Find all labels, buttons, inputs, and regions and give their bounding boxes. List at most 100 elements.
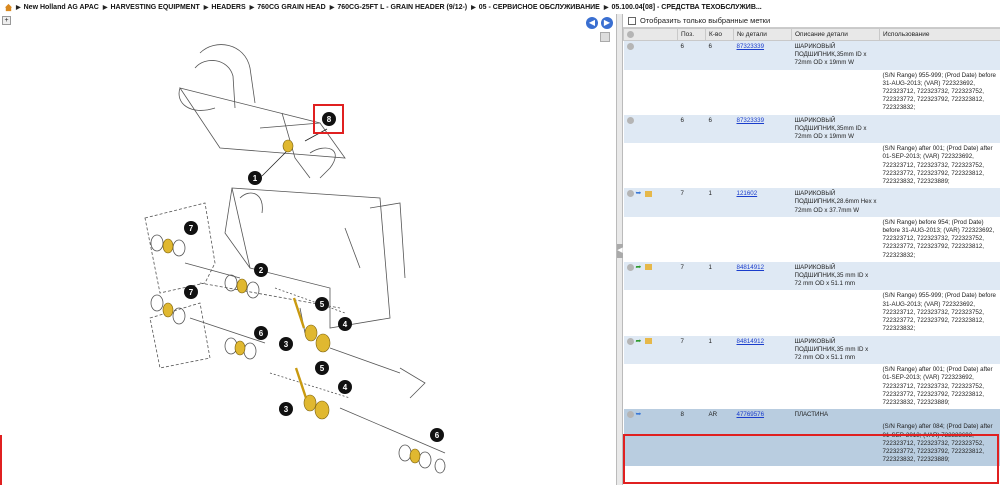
cell-description: ШАРИКОВЫЙ ПОДШИПНИК,28.6mm Hex x 72mm OD… [791,188,880,217]
cell-description: ШАРИКОВЫЙ ПОДШИПНИК,35mm ID x 72mm OD x … [791,114,880,144]
breadcrumb-item[interactable]: ▶ New Holland AG APAC [16,4,99,11]
callout-5a: 5 [315,297,329,311]
callout-6a: 6 [254,326,268,340]
table-row-usage: (S/N Range) 955-999; (Prod Date) before … [623,69,1000,115]
svg-text:7: 7 [189,288,194,297]
cell-part-number[interactable]: 84814912 [733,335,792,365]
cell-qty: 1 [705,188,734,217]
callout-3a: 3 [279,337,293,351]
row-icons[interactable]: ➥ [623,409,678,422]
package-icon[interactable] [644,338,652,344]
cell-qty: AR [705,409,734,422]
zoom-in-icon[interactable]: + [2,16,11,25]
parts-table: Поз. К-во № детали Описание детали Испол… [623,28,1000,467]
select-circle-icon[interactable] [626,43,634,50]
row-icons[interactable] [623,114,678,144]
cell-usage: (S/N Range) after 084; (Prod Date) after… [879,421,1000,467]
cell-pos: 6 [677,114,706,144]
table-row[interactable]: ➦ 7 1 84814912 ШАРИКОВЫЙ ПОДШИПНИК,35 mm ID … [623,261,1000,291]
cell-pos: 6 [677,40,706,70]
cell-part-number[interactable]: 84814912 [733,261,792,291]
cell-usage: (S/N Range) 955-999; (Prod Date) before … [879,290,1000,336]
cell-part-number[interactable]: 47769576 [733,409,792,422]
callout-7a: 7 [184,221,198,235]
svg-text:2: 2 [259,266,264,275]
breadcrumb-item[interactable]: ▶ HARVESTING EQUIPMENT [103,4,200,11]
callout-7b: 7 [184,285,198,299]
show-selected-checkbox[interactable] [628,16,636,25]
table-row[interactable]: ➦ 7 1 84814912 ШАРИКОВЫЙ ПОДШИПНИК,35 mm ID … [623,335,1000,365]
cell-part-number[interactable]: 87323339 [733,114,792,144]
diagram-pane: + ◀ ▶ 1 2 3 3 4 4 5 5 6 6 7 7 8 [0,14,617,485]
callout-8: 8 [322,112,336,126]
table-row-usage: (S/N Range) after 001; (Prod Date) after… [623,364,1000,410]
row-icons[interactable]: ➦ [623,261,678,291]
breadcrumb-item[interactable]: ▶ 760CG-25FT L - GRAIN HEADER (9/12-) [330,4,467,11]
col-header-part[interactable]: № детали [733,28,792,41]
svg-text:5: 5 [320,364,325,373]
row-icons[interactable] [623,40,678,70]
select-circle-icon[interactable] [626,411,634,419]
select-circle-icon[interactable] [626,263,634,271]
cell-usage: (S/N Range) before 954; (Prod Date) befo… [879,216,1000,262]
row-icons[interactable]: ➦ [623,335,678,365]
callout-1: 1 [248,171,262,185]
table-row[interactable]: ➥ 7 1 121602 ШАРИКОВЫЙ ПОДШИПНИК,28.6mm Hex … [623,188,1000,217]
breadcrumb-item[interactable]: ▶ 05.100.04[08] - СРЕДСТВА ТЕХОБСЛУЖИВ... [604,4,762,11]
select-circle-icon[interactable] [626,116,634,124]
cell-qty: 6 [705,40,734,70]
callout-2: 2 [254,263,268,277]
svg-text:4: 4 [343,383,348,392]
row-icons[interactable]: ➥ [623,188,678,217]
diagram-edge-marker [0,435,2,485]
filter-row[interactable]: Отобразить только выбранные метки [623,14,1000,28]
col-header-desc[interactable]: Описание детали [791,28,880,41]
cell-description: ПЛАСТИНА [791,409,880,422]
exploded-parts-diagram: 1 2 3 3 4 4 5 5 6 6 7 7 8 [144,44,446,474]
breadcrumb-item[interactable]: ▶ HEADERS [204,4,246,11]
arrow-right-icon: ▶ [471,4,476,11]
arrow-right-icon: ▶ [249,4,255,11]
svg-text:1: 1 [253,174,258,183]
callout-4a: 4 [338,317,352,331]
cell-qty: 1 [705,335,734,365]
svg-text:8: 8 [327,115,332,124]
alternate-arrow-icon[interactable]: ➦ [636,338,644,345]
package-icon[interactable] [644,190,652,197]
replace-arrow-icon[interactable]: ➥ [636,411,644,418]
col-header-qty[interactable]: К-во [705,28,734,41]
cell-qty: 1 [705,261,734,291]
cell-description: ШАРИКОВЫЙ ПОДШИПНИК,35 mm ID x 72 mm OD … [791,261,880,291]
breadcrumb-item[interactable]: ▶ 05 - СЕРВИСНОЕ ОБСЛУЖИВАНИЕ [471,4,600,11]
home-icon[interactable] [4,3,13,12]
package-icon[interactable] [644,264,652,271]
svg-text:3: 3 [284,405,289,414]
svg-text:6: 6 [259,329,264,338]
cell-pos: 7 [677,188,706,217]
svg-text:4: 4 [343,320,348,329]
svg-text:6: 6 [435,431,440,440]
table-row-usage: (S/N Range) 955-999; (Prod Date) before … [623,290,1000,336]
cell-qty: 6 [705,114,734,144]
settings-icon[interactable] [627,30,634,38]
cell-part-number[interactable]: 87323339 [733,40,792,70]
replace-arrow-icon[interactable]: ➥ [636,190,644,197]
cell-description: ШАРИКОВЫЙ ПОДШИПНИК,35 mm ID x 72 mm OD … [791,335,880,365]
breadcrumb: ▶ New Holland AG APAC ▶ HARVESTING EQUIPME… [0,0,1000,14]
col-header-icons[interactable] [623,28,678,41]
select-circle-icon[interactable] [626,190,634,198]
alternate-arrow-icon[interactable]: ➦ [636,264,644,271]
table-row-usage: (S/N Range) after 084; (Prod Date) after… [623,421,1000,467]
col-header-pos[interactable]: Поз. [677,28,706,41]
table-row[interactable]: 6 6 87323339 ШАРИКОВЫЙ ПОДШИПНИК,35mm ID x … [623,40,1000,70]
cell-usage: (S/N Range) 955-999; (Prod Date) before … [879,69,1000,115]
cell-part-number[interactable]: 121602 [733,188,792,217]
breadcrumb-item[interactable]: ▶ 760CG GRAIN HEAD [250,4,326,11]
table-row[interactable]: ➥ 8 AR 47769576 ПЛАСТИНА [623,409,1000,422]
select-circle-icon[interactable] [626,337,634,345]
table-row-usage: (S/N Range) after 001; (Prod Date) after… [623,143,1000,189]
col-header-usage[interactable]: Использование [879,28,1000,41]
table-row[interactable]: 6 6 87323339 ШАРИКОВЫЙ ПОДШИПНИК,35mm ID x … [623,114,1000,144]
arrow-right-icon: ▶ [329,4,335,11]
callout-4b: 4 [338,380,352,394]
